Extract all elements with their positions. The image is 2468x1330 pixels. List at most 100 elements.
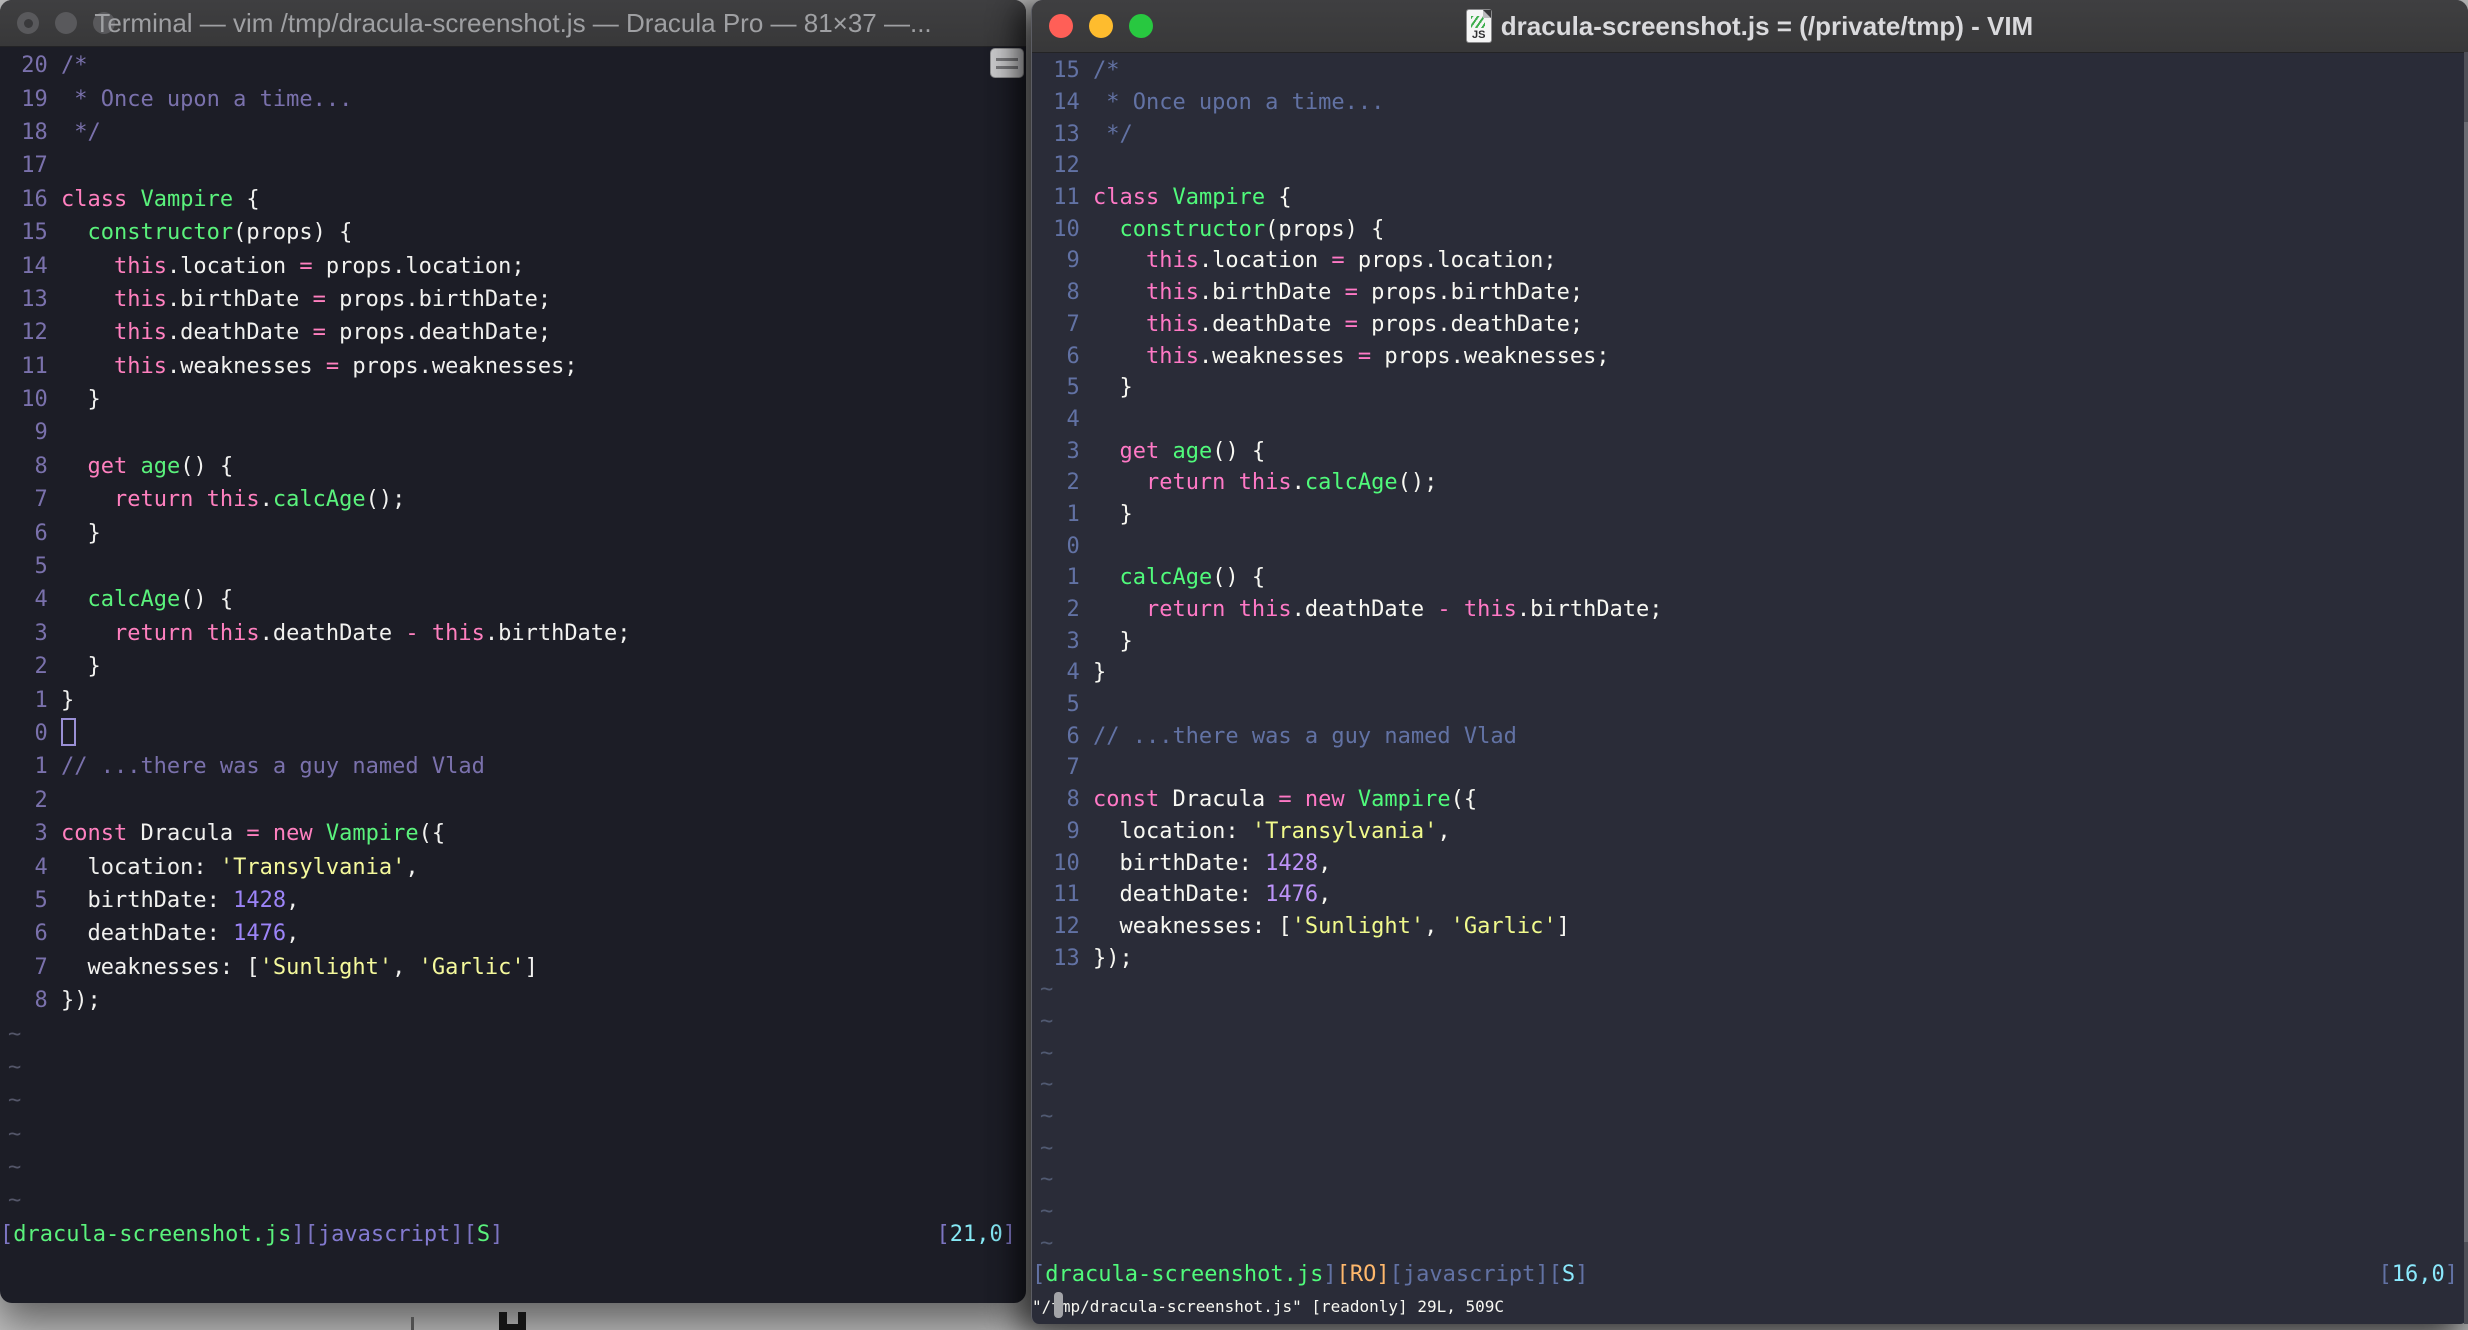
line-number: 3: [1066, 628, 1080, 654]
statusline-cursor-position: [16,0]: [2378, 1262, 2458, 1288]
background-window-artifact: [411, 1317, 414, 1330]
line-number: 13: [1053, 945, 1080, 971]
terminal-window-title: Terminal — vim /tmp/dracula-screenshot.j…: [94, 7, 932, 38]
code-line: 17: [8, 149, 1026, 182]
macvim-window: JS dracula-screenshot.js = (/private/tmp…: [1031, 0, 2468, 1324]
code-line: 18 */: [8, 116, 1026, 149]
line-number: 6: [1066, 723, 1080, 749]
vim-commandline-left: [0, 1251, 1026, 1284]
code-line: 15/*: [1040, 55, 2468, 87]
code-line: 10 constructor(props) {: [1040, 213, 2468, 245]
line-number: 16: [21, 186, 48, 212]
tilde-line: ~: [8, 1188, 22, 1214]
line-number: 5: [1066, 692, 1080, 718]
code-line: 14 this.location = props.location;: [8, 249, 1026, 282]
code-line: 7: [1040, 752, 2468, 784]
line-number: 1: [34, 754, 48, 780]
code-line: 9: [8, 416, 1026, 449]
line-number: 8: [34, 453, 48, 479]
line-number: 9: [1066, 818, 1080, 844]
code-line: 8 this.birthDate = props.birthDate;: [1040, 277, 2468, 309]
code-line: 2: [8, 784, 1026, 817]
code-line: 2 return this.deathDate - this.birthDate…: [1040, 594, 2468, 626]
tilde-line: ~: [1040, 1167, 1054, 1193]
line-number: 15: [21, 220, 48, 246]
code-line: 13 */: [1040, 118, 2468, 150]
code-line: 5 }: [1040, 372, 2468, 404]
code-line: 4}: [1040, 657, 2468, 689]
code-line: 1}: [8, 683, 1026, 716]
line-number: 11: [1053, 185, 1080, 211]
code-line: 13});: [1040, 942, 2468, 974]
code-line: 3 }: [1040, 625, 2468, 657]
line-number: 11: [1053, 882, 1080, 908]
line-number: 5: [1066, 375, 1080, 401]
line-number: 8: [1066, 280, 1080, 306]
vim-cursor: [60, 717, 76, 746]
line-number: 6: [34, 921, 48, 947]
macvim-titlebar[interactable]: JS dracula-screenshot.js = (/private/tmp…: [1032, 0, 2468, 53]
code-line: 8});: [8, 984, 1026, 1017]
code-line: 13 this.birthDate = props.birthDate;: [8, 283, 1026, 316]
line-number: 10: [21, 387, 48, 413]
code-line: 7 weaknesses: ['Sunlight', 'Garlic']: [8, 951, 1026, 984]
line-number: 9: [1066, 248, 1080, 274]
line-number: 14: [21, 253, 48, 279]
statusline-file-info: [dracula-screenshot.js][javascript][S]: [0, 1221, 504, 1247]
tilde-line: ~: [1040, 1072, 1054, 1098]
code-line: 6// ...there was a guy named Vlad: [1040, 720, 2468, 752]
terminal-titlebar[interactable]: Terminal — vim /tmp/dracula-screenshot.j…: [0, 0, 1026, 47]
tilde-line: ~: [8, 1021, 22, 1047]
line-number: 7: [1066, 755, 1080, 781]
code-line: 0: [8, 717, 1026, 750]
line-number: 18: [21, 119, 48, 145]
code-line: 2 return this.calcAge();: [1040, 467, 2468, 499]
line-number: 5: [34, 887, 48, 913]
document-icon: JS: [1466, 10, 1491, 42]
line-number: 7: [34, 487, 48, 513]
code-line: 10 birthDate: 1428,: [1040, 847, 2468, 879]
code-line: 12 weaknesses: ['Sunlight', 'Garlic']: [1040, 911, 2468, 943]
line-number: 10: [1053, 850, 1080, 876]
code-line: 16 class Vampire {: [8, 183, 1026, 216]
code-line: 5: [1040, 689, 2468, 721]
code-line: 20/*: [8, 49, 1026, 82]
line-number: 0: [34, 721, 48, 746]
tilde-line: ~: [1040, 977, 1054, 1003]
line-number: 6: [1066, 343, 1080, 369]
tilde-line: ~: [1040, 1040, 1054, 1066]
code-line: 19 * Once upon a time...: [8, 82, 1026, 115]
split-bar-icon: [996, 65, 1018, 69]
code-line: 5 birthDate: 1428,: [8, 884, 1026, 917]
desktop: { "desktop": { "background": "#bfbfbf" }…: [0, 0, 2468, 1330]
tilde-line: ~: [1040, 1135, 1054, 1161]
code-line: 8 get age() {: [8, 450, 1026, 483]
line-number: 20: [21, 53, 48, 79]
tilde-line: ~: [8, 1121, 22, 1147]
code-line: 6 this.weaknesses = props.weaknesses;: [1040, 340, 2468, 372]
code-line: 3 const Dracula = new Vampire({: [8, 817, 1026, 850]
code-line: 6 deathDate: 1476,: [8, 917, 1026, 950]
vim-buffer-right[interactable]: 15/* 14 * Once upon a time... 13 */12 11 cla…: [1032, 53, 2468, 1259]
line-number: 8: [1066, 787, 1080, 813]
code-line: 0: [1040, 530, 2468, 562]
code-line: 11 this.weaknesses = props.weaknesses;: [8, 350, 1026, 383]
vim-buffer-left[interactable]: 20/* 19 * Once upon a time... 18 */17 16 cla…: [0, 47, 1026, 1218]
line-number: 10: [1053, 216, 1080, 242]
statusline-file-info: [dracula-screenshot.js][RO][javascript][…: [1032, 1262, 1589, 1288]
line-number: 19: [21, 86, 48, 112]
line-number: 2: [34, 787, 48, 813]
line-number: 13: [21, 286, 48, 312]
line-number: 17: [21, 153, 48, 179]
code-line: 12 this.deathDate = props.deathDate;: [8, 316, 1026, 349]
code-line: 11 class Vampire {: [1040, 182, 2468, 214]
terminal-split-pane-button[interactable]: [990, 48, 1024, 78]
code-line: 1 calcAge() {: [1040, 562, 2468, 594]
line-number: 12: [1053, 913, 1080, 939]
scrollbar[interactable]: [2464, 52, 2468, 1324]
tilde-line: ~: [1040, 1008, 1054, 1034]
line-number: 7: [1066, 311, 1080, 337]
vim-commandline-right: "/tmp/dracula-screenshot.js" [readonly] …: [1032, 1297, 1505, 1317]
scrollbar-thumb[interactable]: [2464, 122, 2468, 1242]
code-line: 2 }: [8, 650, 1026, 683]
